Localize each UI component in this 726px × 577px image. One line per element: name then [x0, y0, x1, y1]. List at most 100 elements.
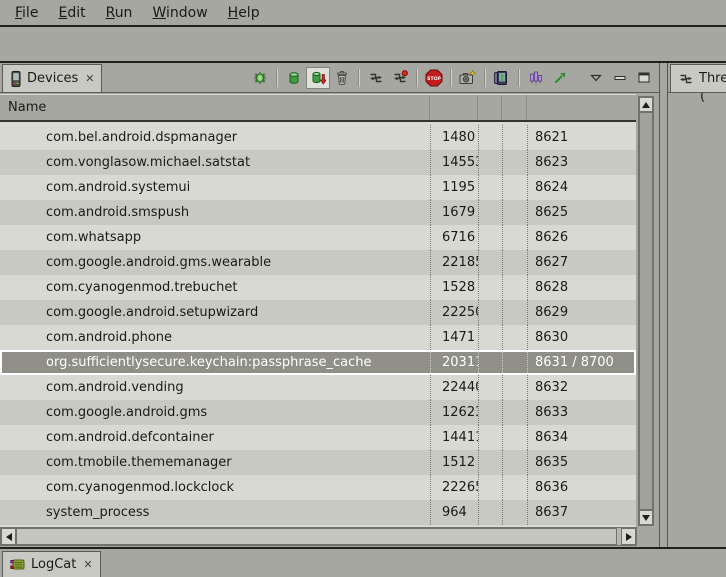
- empty-cell: [502, 175, 527, 200]
- arrow-right-icon: [626, 533, 632, 541]
- menu-run[interactable]: Run: [96, 3, 143, 23]
- menu-edit[interactable]: Edit: [48, 3, 95, 23]
- view-menu-button[interactable]: [584, 67, 608, 89]
- table-row[interactable]: com.whatsapp67168626: [0, 225, 636, 250]
- debug-bug-icon: [252, 70, 268, 86]
- table-row[interactable]: com.cyanogenmod.trebuchet15288628: [0, 275, 636, 300]
- table-row[interactable]: com.android.phone14718630: [0, 325, 636, 350]
- process-pid-cell: 1679: [430, 200, 478, 225]
- column-header-pid[interactable]: [430, 95, 478, 120]
- close-icon[interactable]: ✕: [83, 558, 92, 571]
- arrow-left-icon: [6, 533, 12, 541]
- scroll-down-button[interactable]: [639, 510, 653, 525]
- table-row[interactable]: com.google.android.gms.wearable221858627: [0, 250, 636, 275]
- column-header-name[interactable]: Name: [0, 95, 430, 120]
- process-name-cell: com.cyanogenmod.lockclock: [0, 475, 430, 500]
- process-name-cell: com.android.smspush: [0, 200, 430, 225]
- profiling-start-icon: [552, 70, 568, 86]
- vertical-scrollbar-thumb[interactable]: [639, 112, 653, 510]
- table-row[interactable]: com.bel.android.dspmanager14808621: [0, 125, 636, 150]
- profiling-bars-icon: [528, 70, 544, 86]
- process-pid-cell: 1480: [430, 125, 478, 150]
- screenshot-camera-button[interactable]: [456, 67, 480, 89]
- process-pid-cell: 1512: [430, 450, 478, 475]
- devices-tabrow: Devices ✕ STOP: [0, 63, 659, 93]
- update-heap-icon: [286, 70, 302, 86]
- column-header-port[interactable]: [527, 95, 636, 120]
- process-name-cell: com.google.android.setupwizard: [0, 300, 430, 325]
- process-pid-cell: 20311: [430, 350, 478, 375]
- process-port-cell: 8626: [527, 225, 636, 250]
- empty-cell: [478, 475, 502, 500]
- tab-devices[interactable]: Devices ✕: [2, 64, 102, 92]
- panel-sash[interactable]: [660, 63, 667, 547]
- threads-icon: [678, 71, 694, 87]
- minimize-button[interactable]: [608, 67, 632, 89]
- empty-cell: [502, 375, 527, 400]
- empty-cell: [502, 150, 527, 175]
- update-heap-button[interactable]: [282, 67, 306, 89]
- tab-threads-label: Threads: [699, 71, 726, 86]
- process-name-cell: org.sufficientlysecure.keychain:passphra…: [0, 350, 430, 375]
- stop-icon: STOP: [425, 69, 443, 87]
- table-row[interactable]: com.tmobile.thememanager15128635: [0, 450, 636, 475]
- table-row[interactable]: com.android.vending224408632: [0, 375, 636, 400]
- empty-cell: [502, 275, 527, 300]
- table-row[interactable]: com.vonglasow.michael.satstat145538623: [0, 150, 636, 175]
- empty-cell: [502, 450, 527, 475]
- horizontal-scrollbar[interactable]: [0, 527, 637, 546]
- toolbar-separator: [450, 69, 452, 87]
- horizontal-scrollbar-thumb[interactable]: [16, 528, 617, 545]
- tab-logcat[interactable]: LogCat ✕: [2, 551, 101, 577]
- process-pid-cell: 14411: [430, 425, 478, 450]
- table-row[interactable]: com.android.defcontainer144118634: [0, 425, 636, 450]
- empty-cell: [478, 175, 502, 200]
- dump-hprof-button[interactable]: [306, 67, 330, 89]
- vertical-scrollbar[interactable]: [638, 96, 654, 526]
- close-icon[interactable]: ✕: [85, 72, 94, 85]
- maximize-button[interactable]: [632, 67, 656, 89]
- scroll-right-button[interactable]: [621, 528, 636, 545]
- threads-tabrow: Threads: [668, 63, 726, 93]
- screenshot-camera-icon: [459, 70, 477, 86]
- process-pid-cell: 1195: [430, 175, 478, 200]
- menu-file[interactable]: File: [5, 3, 48, 23]
- empty-cell: [478, 350, 502, 375]
- arrow-up-icon: [642, 102, 650, 108]
- update-threads-button[interactable]: [364, 67, 388, 89]
- gc-trash-button[interactable]: [330, 67, 354, 89]
- process-port-cell: 8631 / 8700: [527, 350, 636, 375]
- table-row[interactable]: com.google.android.setupwizard222508629: [0, 300, 636, 325]
- process-table: com.bel.android.dspmanager14808621com.vo…: [0, 122, 636, 527]
- tab-threads[interactable]: Threads: [670, 64, 726, 92]
- debug-bug-button[interactable]: [248, 67, 272, 89]
- update-threads-red-button[interactable]: [388, 67, 412, 89]
- empty-cell: [502, 400, 527, 425]
- column-header-3[interactable]: [478, 95, 502, 120]
- stop-button[interactable]: STOP: [422, 67, 446, 89]
- profiling-start-button[interactable]: [548, 67, 572, 89]
- scroll-up-button[interactable]: [639, 97, 653, 112]
- scroll-left-button[interactable]: [1, 528, 16, 545]
- profiling-bars-button[interactable]: [524, 67, 548, 89]
- process-port-cell: 8621: [527, 125, 636, 150]
- table-row[interactable]: system_process9648637: [0, 500, 636, 525]
- process-name-cell: system_process: [0, 500, 430, 525]
- table-row[interactable]: org.sufficientlysecure.keychain:passphra…: [0, 350, 636, 375]
- table-row[interactable]: com.android.systemui11958624: [0, 175, 636, 200]
- column-header-4[interactable]: [502, 95, 527, 120]
- table-row[interactable]: com.cyanogenmod.lockclock222658636: [0, 475, 636, 500]
- menu-help[interactable]: Help: [218, 3, 270, 23]
- table-row[interactable]: com.google.android.gms126238633: [0, 400, 636, 425]
- empty-cell: [478, 250, 502, 275]
- screen-capture-button[interactable]: [490, 67, 514, 89]
- menu-window[interactable]: Window: [142, 3, 217, 23]
- table-row[interactable]: com.android.smspush16798625: [0, 200, 636, 225]
- process-port-cell: 8633: [527, 400, 636, 425]
- empty-cell: [478, 125, 502, 150]
- tab-logcat-label: LogCat: [31, 557, 76, 572]
- process-port-cell: 8624: [527, 175, 636, 200]
- empty-cell: [502, 200, 527, 225]
- process-name-cell: com.google.android.gms.wearable: [0, 250, 430, 275]
- process-pid-cell: 964: [430, 500, 478, 525]
